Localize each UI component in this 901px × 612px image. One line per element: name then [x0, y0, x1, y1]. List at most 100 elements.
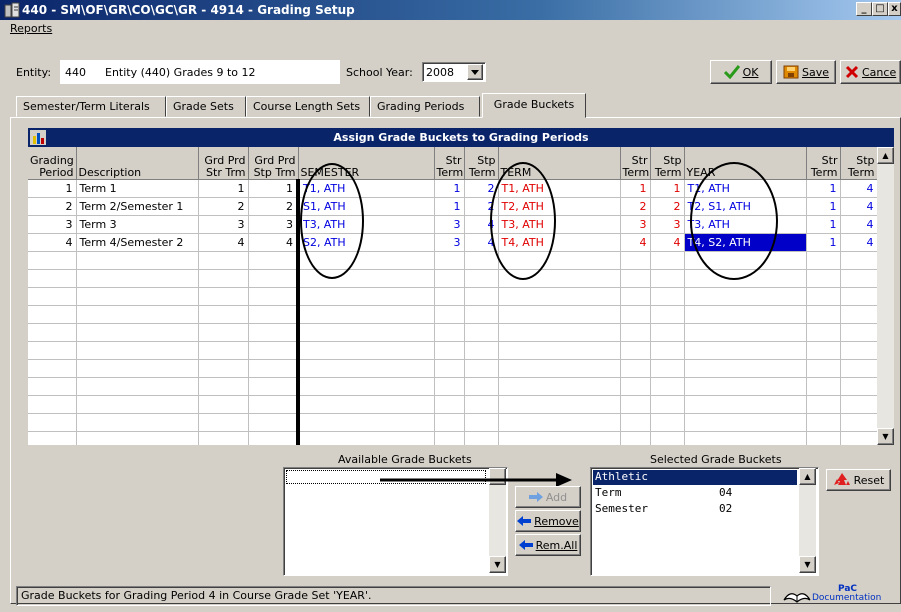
cell-year-stp-term[interactable]: 4 [840, 215, 877, 234]
cell-semester-str-term[interactable]: 3 [434, 215, 465, 234]
cell-year-str-term[interactable] [806, 395, 841, 414]
cell-year[interactable] [684, 341, 807, 360]
cell-term[interactable] [498, 377, 621, 396]
tab-grading-periods[interactable]: Grading Periods [370, 96, 480, 117]
cell-period[interactable] [28, 377, 77, 396]
cell-term[interactable] [498, 323, 621, 342]
reset-button[interactable]: Reset [826, 469, 891, 491]
cell-term-str-term[interactable]: 1 [620, 179, 651, 198]
cell-term[interactable] [498, 305, 621, 324]
cell-period[interactable] [28, 431, 77, 445]
selected-scroll-up-icon[interactable]: ▲ [799, 468, 816, 485]
cell-year-stp-term[interactable]: 4 [840, 197, 877, 216]
cell-year[interactable] [684, 287, 807, 306]
col-term-stp-term[interactable]: Stp Term [650, 147, 685, 180]
col-grd-prd-stp[interactable]: Grd Prd Stp Trm [248, 147, 299, 180]
cell-description[interactable] [76, 413, 199, 432]
cell-year-str-term[interactable]: 1 [806, 233, 841, 252]
cell-year-stp-term[interactable] [840, 323, 877, 342]
menu-reports[interactable]: Reports [10, 22, 52, 35]
cell-grd-prd-stp[interactable] [248, 395, 299, 414]
cell-year[interactable] [684, 395, 807, 414]
cell-period[interactable] [28, 341, 77, 360]
remove-all-button[interactable]: Rem.All [515, 534, 581, 556]
cell-grd-prd-str[interactable] [198, 413, 249, 432]
cell-term-stp-term[interactable] [650, 269, 685, 288]
cell-year-str-term[interactable] [806, 359, 841, 378]
cell-year-stp-term[interactable] [840, 251, 877, 270]
cell-term[interactable] [498, 413, 621, 432]
cell-year-stp-term[interactable] [840, 341, 877, 360]
selected-scrollbar[interactable]: ▲ ▼ [799, 468, 816, 573]
cancel-button[interactable]: Cance [840, 60, 901, 84]
cell-semester[interactable] [296, 395, 435, 414]
pac-documentation-link[interactable]: PaC Documentation [782, 584, 900, 608]
cell-grd-prd-str[interactable] [198, 305, 249, 324]
cell-term-str-term[interactable]: 4 [620, 233, 651, 252]
table-row[interactable] [28, 305, 877, 324]
cell-grd-prd-str[interactable] [198, 269, 249, 288]
cell-period[interactable] [28, 269, 77, 288]
cell-grd-prd-stp[interactable]: 4 [248, 233, 299, 252]
cell-description[interactable] [76, 431, 199, 445]
cell-description[interactable]: Term 2/Semester 1 [76, 197, 199, 216]
cell-term-str-term[interactable] [620, 287, 651, 306]
table-row[interactable] [28, 359, 877, 378]
cell-grd-prd-stp[interactable] [248, 359, 299, 378]
cell-grd-prd-stp[interactable]: 2 [248, 197, 299, 216]
tab-grade-buckets[interactable]: Grade Buckets [482, 93, 586, 118]
remove-button[interactable]: Remove [515, 510, 581, 532]
cell-year-stp-term[interactable]: 4 [840, 179, 877, 198]
cell-term-stp-term[interactable] [650, 251, 685, 270]
table-row[interactable] [28, 323, 877, 342]
cell-year-str-term[interactable] [806, 323, 841, 342]
table-row[interactable] [28, 341, 877, 360]
col-semester-str-term[interactable]: Str Term [434, 147, 465, 180]
cell-year-str-term[interactable] [806, 413, 841, 432]
cell-term-str-term[interactable] [620, 305, 651, 324]
cell-semester-str-term[interactable] [434, 341, 465, 360]
cell-year-stp-term[interactable] [840, 377, 877, 396]
cell-grd-prd-stp[interactable] [248, 251, 299, 270]
cell-grd-prd-stp[interactable] [248, 341, 299, 360]
cell-semester-stp-term[interactable] [464, 251, 499, 270]
cell-year[interactable] [684, 377, 807, 396]
cell-semester[interactable] [296, 431, 435, 445]
cell-term-str-term[interactable] [620, 269, 651, 288]
cell-term-str-term[interactable] [620, 377, 651, 396]
cell-period[interactable] [28, 413, 77, 432]
school-year-select[interactable]: 2008 [422, 62, 486, 82]
cell-year[interactable] [684, 323, 807, 342]
cell-period[interactable]: 2 [28, 197, 77, 216]
cell-term-stp-term[interactable] [650, 341, 685, 360]
cell-term-str-term[interactable]: 3 [620, 215, 651, 234]
cell-semester-str-term[interactable] [434, 431, 465, 445]
cell-description[interactable] [76, 287, 199, 306]
cell-semester-str-term[interactable] [434, 323, 465, 342]
cell-description[interactable] [76, 395, 199, 414]
cell-year-str-term[interactable]: 1 [806, 215, 841, 234]
cell-grd-prd-str[interactable] [198, 251, 249, 270]
cell-semester-stp-term[interactable] [464, 323, 499, 342]
cell-description[interactable] [76, 269, 199, 288]
cell-term[interactable] [498, 431, 621, 445]
cell-term-stp-term[interactable]: 3 [650, 215, 685, 234]
cell-description[interactable] [76, 341, 199, 360]
col-grading-period[interactable]: Grading Period [28, 147, 77, 180]
cell-year-str-term[interactable]: 1 [806, 179, 841, 198]
cell-term-stp-term[interactable]: 2 [650, 197, 685, 216]
cell-grd-prd-str[interactable] [198, 377, 249, 396]
cell-year-stp-term[interactable] [840, 431, 877, 445]
table-row[interactable] [28, 287, 877, 306]
cell-period[interactable] [28, 359, 77, 378]
available-scroll-down-icon[interactable]: ▼ [489, 556, 506, 573]
cell-term-stp-term[interactable] [650, 377, 685, 396]
cell-year[interactable] [684, 413, 807, 432]
cell-year[interactable] [684, 305, 807, 324]
cell-semester[interactable] [296, 341, 435, 360]
cell-term[interactable] [498, 341, 621, 360]
cell-semester-str-term[interactable] [434, 269, 465, 288]
cell-grd-prd-stp[interactable] [248, 431, 299, 445]
cell-grd-prd-stp[interactable] [248, 413, 299, 432]
col-grd-prd-str[interactable]: Grd Prd Str Trm [198, 147, 249, 180]
